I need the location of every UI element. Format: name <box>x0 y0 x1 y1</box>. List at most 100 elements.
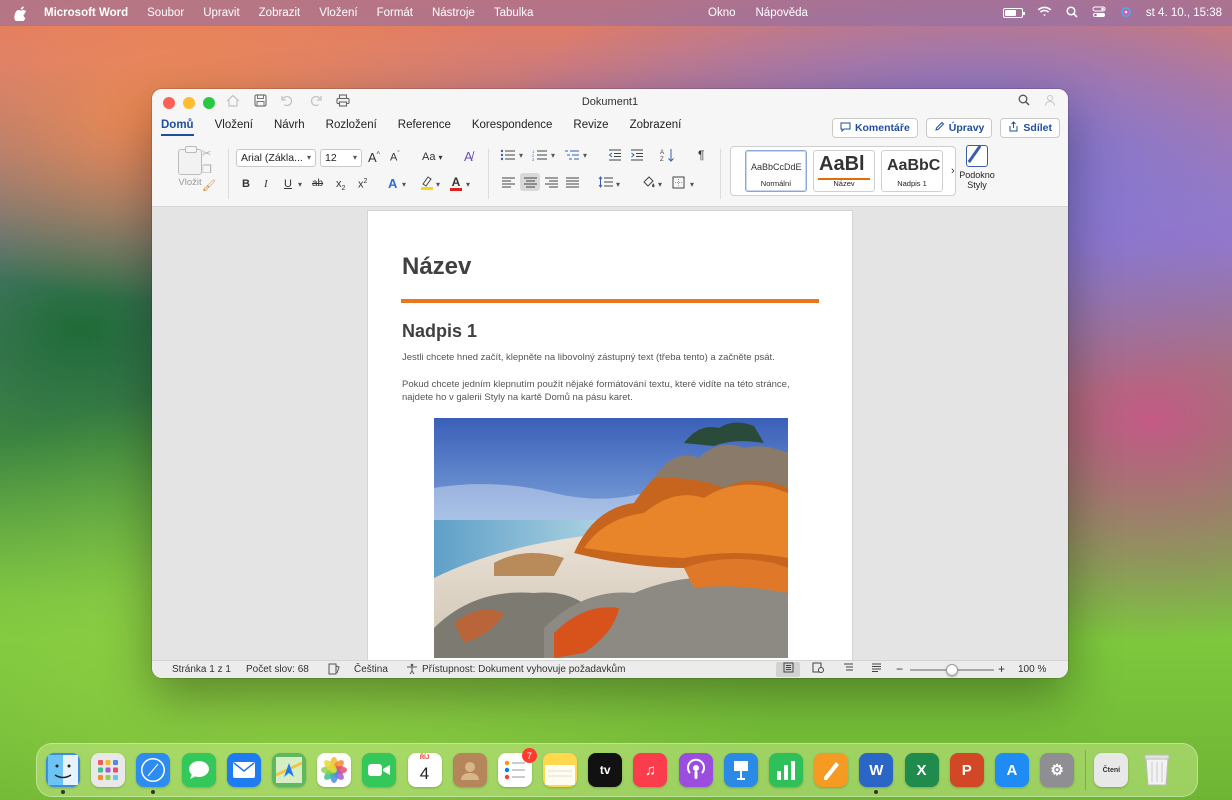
shrink-font-button[interactable]: Aˇ <box>390 151 400 164</box>
dock-messages-icon[interactable] <box>181 753 216 787</box>
tab-rozlozeni[interactable]: Rozložení <box>326 119 377 136</box>
bullets-icon[interactable] <box>500 149 516 164</box>
grow-font-button[interactable]: A^ <box>368 150 380 165</box>
menu-napoveda[interactable]: Nápověda <box>756 7 808 19</box>
zoom-level[interactable]: 100 % <box>1018 664 1046 675</box>
format-painter-icon[interactable]: 🖌 <box>202 179 216 192</box>
account-icon[interactable] <box>1044 94 1056 109</box>
line-spacing-icon[interactable] <box>598 176 613 191</box>
document-page[interactable]: Název Nadpis 1 Jestli chcete hned začít,… <box>368 211 852 660</box>
menu-app-name[interactable]: Microsoft Word <box>44 7 128 19</box>
battery-icon[interactable] <box>1002 8 1025 18</box>
copy-icon[interactable]: ❐ <box>202 163 216 176</box>
document-heading-1[interactable]: Nadpis 1 <box>402 321 477 342</box>
comments-button[interactable]: Komentáře <box>831 118 918 138</box>
clock-datetime[interactable]: st 4. 10., 15:38 <box>1146 7 1222 19</box>
control-center-icon[interactable] <box>1092 6 1106 21</box>
dock-pages-icon[interactable] <box>814 753 849 787</box>
search-icon[interactable] <box>1018 94 1030 109</box>
dock-maps-icon[interactable] <box>271 753 306 787</box>
editing-button[interactable]: Úpravy <box>925 118 993 138</box>
dock-calendar-icon[interactable]: ŘÍJ 4 <box>407 753 442 787</box>
multilevel-list-icon[interactable] <box>564 149 580 164</box>
align-center-icon[interactable] <box>520 173 540 191</box>
borders-chevron-icon[interactable]: ▾ <box>690 180 694 189</box>
dock-podcasts-icon[interactable] <box>678 753 713 787</box>
numbering-icon[interactable]: 123 <box>532 149 548 164</box>
underline-dropdown-chevron-icon[interactable]: ▾ <box>298 180 302 189</box>
align-right-icon[interactable] <box>545 177 558 191</box>
dock-reading-folder-icon[interactable]: Čtení <box>1094 753 1129 787</box>
tab-reference[interactable]: Reference <box>398 119 451 136</box>
tab-vlozeni[interactable]: Vložení <box>215 119 253 136</box>
wifi-icon[interactable] <box>1037 6 1052 20</box>
italic-button[interactable]: I <box>264 178 268 190</box>
tab-zobrazeni[interactable]: Zobrazení <box>630 119 682 136</box>
dock-photos-icon[interactable] <box>317 753 352 787</box>
dock-reminders-icon[interactable]: 7 <box>497 748 537 787</box>
siri-icon[interactable] <box>1120 6 1132 21</box>
menu-soubor[interactable]: Soubor <box>147 7 184 19</box>
tab-domu[interactable]: Domů <box>161 119 194 136</box>
menu-nastroje[interactable]: Nástroje <box>432 7 475 19</box>
document-heading-title[interactable]: Název <box>402 253 471 281</box>
dock-facetime-icon[interactable] <box>362 753 397 787</box>
underline-button[interactable]: U <box>284 178 292 190</box>
bullets-chevron-icon[interactable]: ▾ <box>519 151 523 160</box>
font-size-dropdown[interactable]: 12 ▾ <box>320 149 362 167</box>
cut-icon[interactable]: ✂ <box>202 147 216 160</box>
document-canvas[interactable]: Název Nadpis 1 Jestli chcete hned začít,… <box>152 207 1068 660</box>
word-count[interactable]: Počet slov: 68 <box>246 664 309 675</box>
text-effects-button[interactable]: A <box>388 176 397 191</box>
dock-music-icon[interactable]: ♫ <box>633 753 668 787</box>
dock-contacts-icon[interactable] <box>452 753 487 787</box>
menu-zobrazit[interactable]: Zobrazit <box>259 7 301 19</box>
justify-icon[interactable] <box>566 177 579 191</box>
apple-menu-icon[interactable] <box>14 5 28 21</box>
text-effects-chevron-icon[interactable]: ▾ <box>402 180 406 189</box>
style-title[interactable]: AaBl Název <box>813 150 875 192</box>
bold-button[interactable]: B <box>242 178 250 190</box>
title-bar[interactable]: Dokument1 <box>152 89 1068 115</box>
menu-upravit[interactable]: Upravit <box>203 7 239 19</box>
line-spacing-chevron-icon[interactable]: ▾ <box>616 180 620 189</box>
shading-icon[interactable] <box>642 175 656 191</box>
accessibility-status[interactable]: Přístupnost: Dokument vyhovuje požadavků… <box>422 664 625 675</box>
proofing-icon[interactable] <box>328 663 340 678</box>
borders-icon[interactable] <box>672 176 685 192</box>
zoom-in-button[interactable]: + <box>998 662 1005 676</box>
menu-vlozeni[interactable]: Vložení <box>319 7 357 19</box>
menu-format[interactable]: Formát <box>377 7 413 19</box>
draft-view-icon[interactable] <box>864 662 888 677</box>
dock-finder-icon[interactable] <box>46 753 80 794</box>
multilevel-chevron-icon[interactable]: ▾ <box>583 151 587 160</box>
web-layout-view-icon[interactable] <box>806 662 830 677</box>
shading-chevron-icon[interactable]: ▾ <box>658 180 662 189</box>
spotlight-search-icon[interactable] <box>1066 5 1078 21</box>
decrease-indent-icon[interactable] <box>608 149 622 164</box>
page-indicator[interactable]: Stránka 1 z 1 <box>172 664 231 675</box>
increase-indent-icon[interactable] <box>630 149 644 164</box>
accessibility-icon[interactable] <box>406 663 418 678</box>
align-left-icon[interactable] <box>502 177 515 191</box>
style-heading1[interactable]: AaBbC Nadpis 1 <box>881 150 943 192</box>
dock-mail-icon[interactable] <box>226 753 261 787</box>
tab-revize[interactable]: Revize <box>573 119 608 136</box>
tab-navrh[interactable]: Návrh <box>274 119 305 136</box>
dock-system-settings-icon[interactable]: ⚙ <box>1040 753 1075 787</box>
dock-apple-tv-icon[interactable]: tv <box>588 753 623 787</box>
dock-powerpoint-icon[interactable]: P <box>949 753 984 787</box>
print-layout-view-icon[interactable] <box>776 662 800 677</box>
strikethrough-button[interactable]: ab <box>312 178 323 189</box>
superscript-button[interactable]: x2 <box>358 178 367 191</box>
change-case-button[interactable]: Aa ▾ <box>422 151 443 163</box>
tab-korespondence[interactable]: Korespondence <box>472 119 553 136</box>
font-name-dropdown[interactable]: Arial (Zákla... ▾ <box>236 149 316 167</box>
subscript-button[interactable]: x2 <box>336 178 345 192</box>
style-normal[interactable]: AaBbCcDdE Normální <box>745 150 807 192</box>
dock-notes-icon[interactable] <box>543 753 578 787</box>
menu-tabulka[interactable]: Tabulka <box>494 7 534 19</box>
styles-pane-button[interactable]: Podokno Styly <box>955 143 999 190</box>
outline-view-icon[interactable] <box>836 662 860 677</box>
font-color-button[interactable]: A <box>450 175 462 191</box>
